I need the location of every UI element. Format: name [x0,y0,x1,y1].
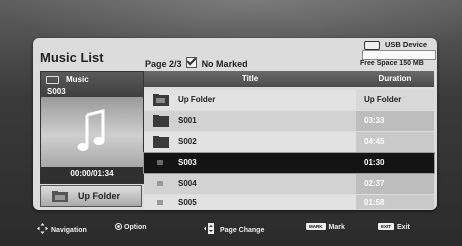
list-item-up-folder[interactable]: Up Folder Up Folder [144,90,434,110]
music-note-icon [77,109,105,151]
usb-status: USB Device Free Space 150 MB [360,39,436,69]
list-item-duration: 01:58 [364,198,385,207]
list-item[interactable]: S001 03:33 [144,111,434,131]
usb-device-label: USB Device [385,40,428,49]
footer-exit: EXIT Exit [378,223,410,231]
preview-header: Music S003 [41,72,143,97]
list-item-title: S003 [178,158,197,167]
navigation-label: Navigation [51,227,87,234]
exit-label: Exit [397,224,410,231]
music-file-icon [157,181,163,186]
page-title: Music List [40,50,104,65]
footer-page-change: Page Change [203,223,264,234]
list-item[interactable]: S004 02:37 [144,174,434,194]
page-number: Page 2/3 [145,59,182,69]
album-art [41,97,143,167]
page-change-icon [204,223,214,234]
footer-bar: Navigation Option Page Change MARK Mark E… [0,214,462,246]
preview-pane: Music S003 00:00/01:34 [40,71,144,184]
list-item-title: S005 [178,198,197,207]
file-list: Title Duration Up Folder Up Folder S001 … [143,71,435,209]
page-change-label: Page Change [220,227,265,234]
page-info: Page 2/3 No Marked [145,57,248,69]
folder-up-icon [52,191,68,202]
free-space-label: Free Space 150 MB [360,60,424,67]
list-item-duration: 04:45 [364,137,385,146]
music-file-icon [157,200,163,205]
music-file-icon [157,160,163,165]
usb-icon [46,76,59,84]
list-item-title: S004 [178,179,197,188]
list-item-title: S002 [178,137,197,146]
playback-time: 00:00/01:34 [70,169,114,178]
up-folder-button[interactable]: Up Folder [40,185,142,207]
list-item-duration: Up Folder [364,95,402,104]
up-folder-label: Up Folder [78,191,120,201]
list-item[interactable]: S002 04:45 [144,132,434,152]
marked-count: No Marked [201,59,248,69]
playback-time-bar: 00:00/01:34 [41,167,143,183]
preview-track-name: S003 [47,87,66,96]
folder-icon [153,115,169,127]
list-header: Title Duration [144,71,434,87]
list-item-title: S001 [178,116,197,125]
list-item[interactable]: S005 01:58 [144,195,434,209]
list-item-duration: 01:30 [364,158,385,167]
ok-button-icon [115,223,122,230]
footer-navigation: Navigation [37,223,87,234]
option-label: Option [124,224,147,231]
list-item-selected[interactable]: S003 01:30 [143,152,435,174]
storage-bar [362,50,436,60]
folder-up-icon [153,94,169,106]
usb-icon [364,41,380,50]
column-duration-header: Duration [378,74,412,83]
footer-mark: MARK Mark [306,223,345,231]
mark-label: Mark [328,224,345,231]
folder-icon [153,136,169,148]
navigation-arrows-icon [37,223,48,234]
column-title-header: Title [241,74,259,83]
list-item-title: Up Folder [178,95,216,104]
preview-category: Music [66,75,89,84]
footer-option: Option [115,223,147,231]
list-item-duration: 02:37 [364,179,385,188]
list-item-duration: 03:33 [364,116,385,125]
mark-key: MARK [306,223,326,230]
exit-key: EXIT [378,223,395,230]
checkbox-icon [186,57,198,68]
